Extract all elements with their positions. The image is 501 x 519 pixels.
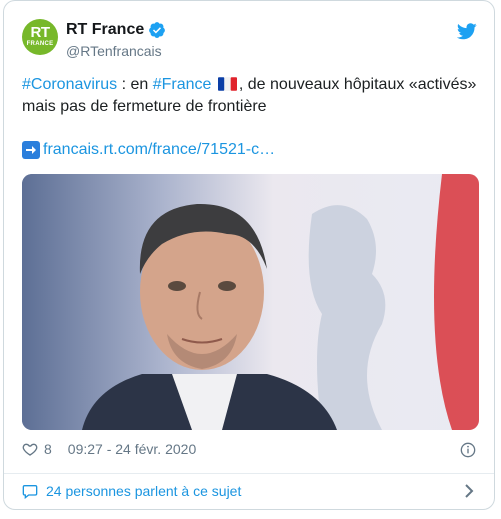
arrow-right-icon [22,141,40,159]
chevron-right-icon[interactable] [464,484,474,498]
like-count: 8 [44,441,52,457]
avatar-logo-subtext: FRANCE [26,41,54,47]
conversation-link[interactable]: 24 personnes parlent à ce sujet [22,483,241,499]
info-icon[interactable] [460,442,476,458]
avatar-logo-text: RT [30,24,51,41]
twitter-bird-icon[interactable] [457,23,477,40]
france-flag-icon [217,77,237,91]
tweet-link[interactable]: francais.rt.com/france/71521-c… [43,141,275,159]
avatar[interactable]: RT FRANCE [22,19,58,55]
heart-icon[interactable] [22,441,38,457]
tweet-link-row[interactable]: francais.rt.com/france/71521-c… [22,141,275,159]
verified-badge-icon [149,22,166,38]
tweet-text: #Coronavirus : en #France , de nouveaux … [22,74,482,118]
hashtag-coronavirus[interactable]: #Coronavirus [22,76,117,93]
author-handle[interactable]: @RTenfrancais [66,43,162,59]
tweet-footer: 8 09:27 - 24 févr. 2020 [22,441,196,457]
hashtag-france[interactable]: #France [153,76,212,93]
photo-illustration [22,174,479,430]
conversation-label: 24 personnes parlent à ce sujet [46,483,242,499]
divider [4,473,494,474]
tweet-text-part: : en [117,76,153,93]
comment-icon [22,485,38,499]
author-display-name[interactable]: RT France [66,21,144,39]
author-name-row: RT France [66,21,166,39]
tweet-photo[interactable] [22,174,479,430]
tweet-timestamp[interactable]: 09:27 - 24 févr. 2020 [68,441,196,457]
tweet-card[interactable]: RT FRANCE RT France @RTenfrancais #Coron… [3,0,495,510]
